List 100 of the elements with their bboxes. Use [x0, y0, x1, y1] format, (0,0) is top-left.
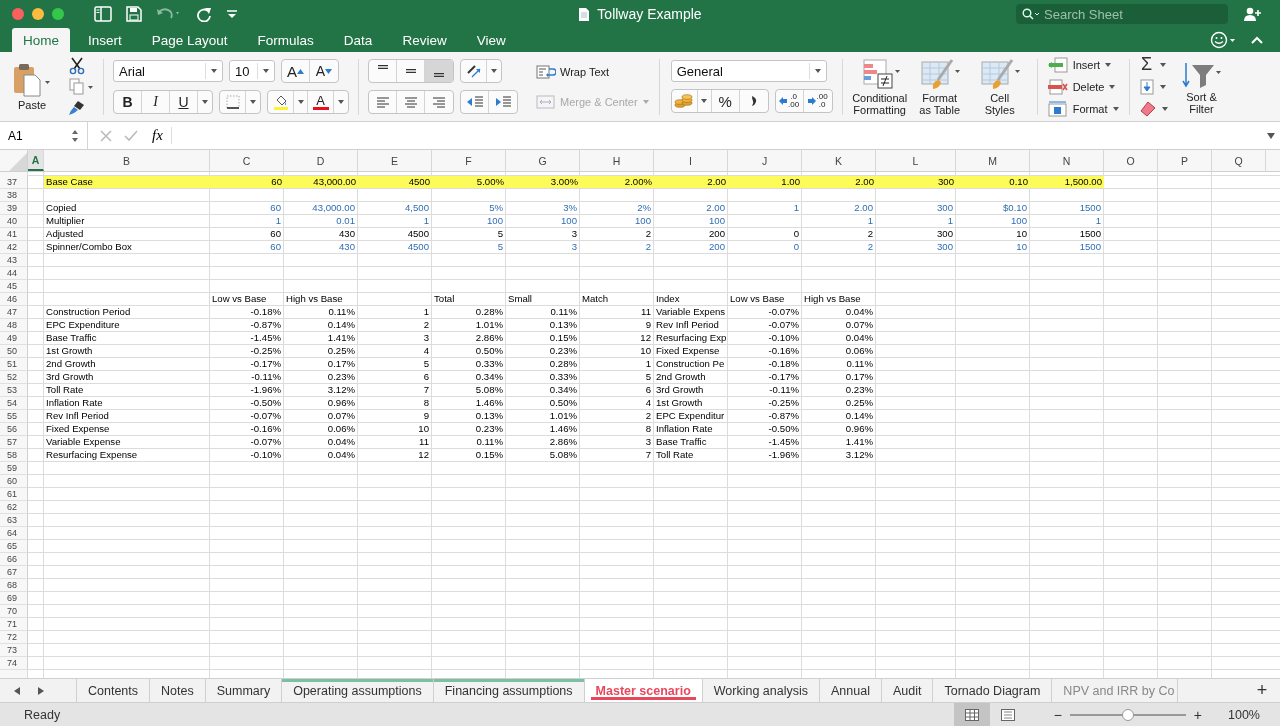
- number-format-field[interactable]: General: [670, 60, 827, 82]
- ribbon-tab[interactable]: Data: [331, 28, 385, 52]
- row-number[interactable]: 52: [0, 371, 28, 384]
- paste-button[interactable]: Paste: [8, 62, 56, 111]
- column-header[interactable]: O: [1104, 150, 1158, 171]
- column-header[interactable]: E: [358, 150, 432, 171]
- column-header[interactable]: Q: [1212, 150, 1266, 171]
- normal-view-button[interactable]: [953, 703, 990, 726]
- row-number[interactable]: 39: [0, 202, 28, 215]
- minimize-button[interactable]: [32, 8, 44, 20]
- paintbrush-icon[interactable]: [68, 98, 86, 117]
- format-as-table-button[interactable]: Format as Table: [911, 57, 968, 116]
- row-number[interactable]: 49: [0, 332, 28, 345]
- column-header[interactable]: L: [876, 150, 956, 171]
- row-number[interactable]: 50: [0, 345, 28, 358]
- row-number[interactable]: 61: [0, 488, 28, 501]
- scissors-icon[interactable]: [68, 56, 86, 75]
- checkmark-icon[interactable]: [124, 129, 138, 142]
- column-header[interactable]: C: [210, 150, 284, 171]
- row-number[interactable]: 64: [0, 527, 28, 540]
- next-sheet-icon[interactable]: [36, 685, 46, 696]
- row-number[interactable]: 45: [0, 280, 28, 293]
- row-number[interactable]: 54: [0, 397, 28, 410]
- column-header[interactable]: F: [432, 150, 506, 171]
- row-number[interactable]: 72: [0, 631, 28, 644]
- vertical-align-button[interactable]: [425, 60, 453, 82]
- collapse-ribbon-icon[interactable]: [1250, 35, 1264, 45]
- name-box[interactable]: A1: [0, 122, 88, 149]
- customize-toolbar-icon[interactable]: [226, 8, 238, 20]
- row-number[interactable]: 63: [0, 514, 28, 527]
- redo-icon[interactable]: [196, 6, 212, 22]
- row-number[interactable]: 55: [0, 410, 28, 423]
- add-person-icon[interactable]: [1244, 7, 1262, 21]
- row-number[interactable]: 44: [0, 267, 28, 280]
- row-number[interactable]: 56: [0, 423, 28, 436]
- row-number[interactable]: 58: [0, 449, 28, 462]
- grow-font-button[interactable]: A: [282, 60, 310, 82]
- row-number[interactable]: 68: [0, 579, 28, 592]
- format-button[interactable]: Format: [1046, 98, 1120, 119]
- column-header[interactable]: D: [284, 150, 358, 171]
- ribbon-tab[interactable]: Review: [390, 28, 459, 52]
- row-number[interactable]: 73: [0, 644, 28, 657]
- save-icon[interactable]: [126, 6, 142, 22]
- decimal-button[interactable]: .0 .00: [775, 90, 804, 112]
- row-number[interactable]: 43: [0, 254, 28, 267]
- row-number[interactable]: 57: [0, 436, 28, 449]
- insert-button[interactable]: Insert: [1046, 54, 1120, 75]
- row-number[interactable]: 37: [0, 176, 28, 189]
- slider-thumb[interactable]: [1121, 708, 1134, 721]
- delete-button[interactable]: Delete: [1046, 76, 1120, 97]
- sheet-tab[interactable]: Master scenario: [583, 679, 702, 702]
- row-number[interactable]: 40: [0, 215, 28, 228]
- conditional-formatting-button[interactable]: Conditional Formatting: [851, 57, 908, 116]
- expand-icon[interactable]: [1266, 131, 1276, 140]
- row-number[interactable]: 46: [0, 293, 28, 306]
- font-style-button[interactable]: I: [142, 91, 170, 113]
- fill-button[interactable]: [1138, 76, 1169, 97]
- row-number[interactable]: 41: [0, 228, 28, 241]
- font-size-field[interactable]: 10: [229, 60, 275, 82]
- row-number[interactable]: 42: [0, 241, 28, 254]
- column-header[interactable]: N: [1030, 150, 1104, 171]
- sort-filter-button[interactable]: Sort & Filter: [1176, 58, 1227, 115]
- font-name-field[interactable]: Arial: [113, 60, 223, 82]
- currency-button[interactable]: [671, 90, 698, 112]
- column-header[interactable]: I: [654, 150, 728, 171]
- search-field[interactable]: Search Sheet: [1016, 4, 1228, 24]
- column-header[interactable]: B: [44, 150, 210, 171]
- row-number[interactable]: 67: [0, 566, 28, 579]
- row-number[interactable]: 60: [0, 475, 28, 488]
- ribbon-tab[interactable]: Insert: [76, 28, 134, 52]
- font-style-button[interactable]: B: [114, 91, 142, 113]
- percent-button[interactable]: %: [711, 90, 740, 112]
- ribbon-tab[interactable]: Home: [12, 28, 70, 52]
- wrap-text-button[interactable]: Wrap Text: [536, 61, 650, 82]
- row-number[interactable]: 47: [0, 306, 28, 319]
- cell-styles-button[interactable]: Cell Styles: [971, 57, 1028, 116]
- ribbon-tab[interactable]: View: [464, 28, 518, 52]
- column-header[interactable]: G: [506, 150, 580, 171]
- decimal-button[interactable]: .00 .0: [803, 90, 832, 112]
- row-number[interactable]: 62: [0, 501, 28, 514]
- ribbon-tab[interactable]: Page Layout: [139, 28, 240, 52]
- font-style-button[interactable]: U: [170, 91, 198, 113]
- zoom-out-button[interactable]: −: [1053, 706, 1062, 723]
- row-number[interactable]: 66: [0, 553, 28, 566]
- column-header[interactable]: P: [1158, 150, 1212, 171]
- column-header[interactable]: K: [802, 150, 876, 171]
- row-number[interactable]: 51: [0, 358, 28, 371]
- previous-sheet-icon[interactable]: [12, 685, 22, 696]
- zoom-in-button[interactable]: +: [1193, 706, 1202, 723]
- row-number[interactable]: 59: [0, 462, 28, 475]
- ribbon-tab[interactable]: Formulas: [245, 28, 326, 52]
- column-header[interactable]: H: [580, 150, 654, 171]
- row-number[interactable]: 53: [0, 384, 28, 397]
- autosum-button[interactable]: Σ: [1138, 54, 1169, 75]
- smiley-icon[interactable]: [1210, 31, 1236, 49]
- sidebar-icon[interactable]: [94, 6, 112, 22]
- insert-function-button[interactable]: fx: [152, 127, 172, 144]
- row-number[interactable]: 74: [0, 657, 28, 670]
- row-number[interactable]: 69: [0, 592, 28, 605]
- row-number[interactable]: 65: [0, 540, 28, 553]
